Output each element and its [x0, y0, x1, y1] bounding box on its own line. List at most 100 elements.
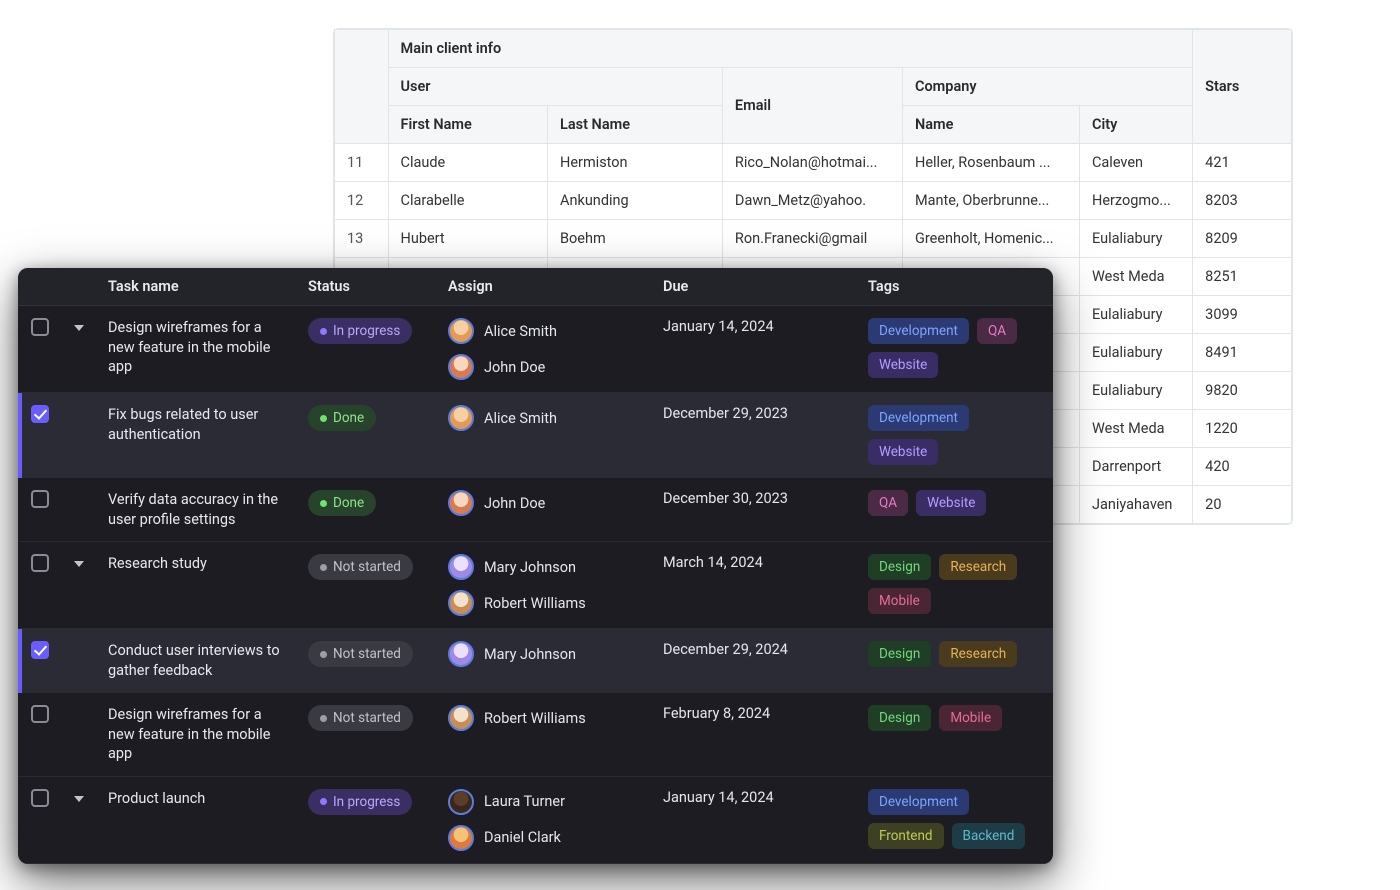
assignee[interactable]: Alice Smith: [448, 405, 639, 431]
status-label: In progress: [333, 323, 400, 339]
row-checkbox[interactable]: [31, 641, 49, 659]
status-dot-icon: [320, 798, 327, 805]
status-badge[interactable]: Done: [308, 490, 376, 516]
col-last-name[interactable]: Last Name: [548, 106, 723, 144]
row-checkbox[interactable]: [31, 318, 49, 336]
tag-web[interactable]: Website: [868, 352, 938, 378]
cell-email: Ron.Franecki@gmail: [722, 220, 902, 258]
status-label: Not started: [333, 710, 401, 726]
assignee[interactable]: Mary Johnson: [448, 554, 639, 580]
col-email[interactable]: Email: [722, 68, 902, 144]
tag-dev[interactable]: Development: [868, 405, 969, 431]
col-due[interactable]: Due: [651, 268, 856, 306]
status-label: Done: [333, 410, 364, 426]
tag-des[interactable]: Design: [868, 705, 931, 731]
col-first-name[interactable]: First Name: [388, 106, 548, 144]
row-checkbox[interactable]: [31, 789, 49, 807]
assignee[interactable]: Alice Smith: [448, 318, 639, 344]
status-label: Not started: [333, 646, 401, 662]
assignee-name: Mary Johnson: [484, 559, 576, 576]
col-assign[interactable]: Assign: [436, 268, 651, 306]
avatar: [448, 405, 474, 431]
due-date: December 30, 2023: [663, 490, 788, 507]
status-badge[interactable]: Not started: [308, 641, 413, 667]
task-row[interactable]: Design wireframes for a new feature in t…: [18, 306, 1053, 393]
tag-dev[interactable]: Development: [868, 789, 969, 815]
tag-web[interactable]: Website: [916, 490, 986, 516]
task-name: Fix bugs related to user authentication: [108, 405, 284, 444]
row-checkbox[interactable]: [31, 490, 49, 508]
assignee[interactable]: Robert Williams: [448, 590, 639, 616]
group-header-user: User: [388, 68, 722, 106]
task-name: Design wireframes for a new feature in t…: [108, 318, 284, 377]
col-tags[interactable]: Tags: [856, 268, 1053, 306]
status-badge[interactable]: In progress: [308, 789, 412, 815]
col-index: [335, 30, 389, 144]
cell-index: 11: [335, 144, 389, 182]
chevron-down-icon[interactable]: [74, 325, 84, 331]
tag-mob[interactable]: Mobile: [868, 588, 931, 614]
cell-stars: 420: [1193, 448, 1292, 486]
due-date: March 14, 2024: [663, 554, 763, 571]
avatar: [448, 354, 474, 380]
tag-qa[interactable]: QA: [977, 318, 1017, 344]
assignee[interactable]: Laura Turner: [448, 789, 639, 815]
table-row[interactable]: 13HubertBoehmRon.Franecki@gmailGreenholt…: [335, 220, 1292, 258]
assignee[interactable]: John Doe: [448, 490, 639, 516]
tasks-table[interactable]: Task name Status Assign Due Tags Design …: [18, 268, 1053, 864]
tag-fe[interactable]: Frontend: [868, 823, 944, 849]
task-row[interactable]: Verify data accuracy in the user profile…: [18, 478, 1053, 542]
tag-qa[interactable]: QA: [868, 490, 908, 516]
task-name: Product launch: [108, 789, 284, 809]
cell-email: Dawn_Metz@yahoo.: [722, 182, 902, 220]
task-name: Verify data accuracy in the user profile…: [108, 490, 284, 529]
col-checkbox: [18, 268, 62, 306]
col-task-name[interactable]: Task name: [96, 268, 296, 306]
status-badge[interactable]: Done: [308, 405, 376, 431]
status-badge[interactable]: Not started: [308, 554, 413, 580]
task-row[interactable]: Fix bugs related to user authentication D…: [18, 393, 1053, 478]
status-badge[interactable]: In progress: [308, 318, 412, 344]
tag-web[interactable]: Website: [868, 439, 938, 465]
assignee-name: Robert Williams: [484, 710, 586, 727]
row-checkbox[interactable]: [31, 554, 49, 572]
col-status[interactable]: Status: [296, 268, 436, 306]
status-dot-icon: [320, 328, 327, 335]
cell-company: Mante, Oberbrunne...: [903, 182, 1080, 220]
assignee[interactable]: Robert Williams: [448, 705, 639, 731]
task-row[interactable]: Research study Not started Mary Johnson Rob…: [18, 542, 1053, 629]
tag-res[interactable]: Research: [939, 641, 1017, 667]
tag-dev[interactable]: Development: [868, 318, 969, 344]
tag-des[interactable]: Design: [868, 554, 931, 580]
avatar: [448, 318, 474, 344]
tag-res[interactable]: Research: [939, 554, 1017, 580]
task-row[interactable]: Conduct user interviews to gather feedba…: [18, 629, 1053, 693]
task-row[interactable]: Design wireframes for a new feature in t…: [18, 693, 1053, 777]
cell-city: West Meda: [1079, 410, 1192, 448]
assignee-name: Mary Johnson: [484, 646, 576, 663]
tag-des[interactable]: Design: [868, 641, 931, 667]
task-name: Research study: [108, 554, 284, 574]
table-row[interactable]: 11ClaudeHermistonRico_Nolan@hotmai...Hel…: [335, 144, 1292, 182]
row-checkbox[interactable]: [31, 405, 49, 423]
tag-mob[interactable]: Mobile: [939, 705, 1002, 731]
assignee[interactable]: John Doe: [448, 354, 639, 380]
status-badge[interactable]: Not started: [308, 705, 413, 731]
cell-city: West Meda: [1079, 258, 1192, 296]
col-company-name[interactable]: Name: [903, 106, 1080, 144]
avatar: [448, 705, 474, 731]
status-dot-icon: [320, 651, 327, 658]
table-row[interactable]: 12ClarabelleAnkundingDawn_Metz@yahoo.Man…: [335, 182, 1292, 220]
col-city[interactable]: City: [1079, 106, 1192, 144]
col-stars[interactable]: Stars: [1193, 30, 1292, 144]
task-row[interactable]: Product launch In progress Laura Turner Dan…: [18, 776, 1053, 863]
assignee[interactable]: Daniel Clark: [448, 825, 639, 851]
cell-last-name: Ankunding: [548, 182, 723, 220]
chevron-down-icon[interactable]: [74, 561, 84, 567]
row-checkbox[interactable]: [31, 705, 49, 723]
cell-company: Greenholt, Homenic...: [903, 220, 1080, 258]
tag-be[interactable]: Backend: [952, 823, 1026, 849]
assignee[interactable]: Mary Johnson: [448, 641, 639, 667]
chevron-down-icon[interactable]: [74, 796, 84, 802]
cell-stars: 8491: [1193, 334, 1292, 372]
